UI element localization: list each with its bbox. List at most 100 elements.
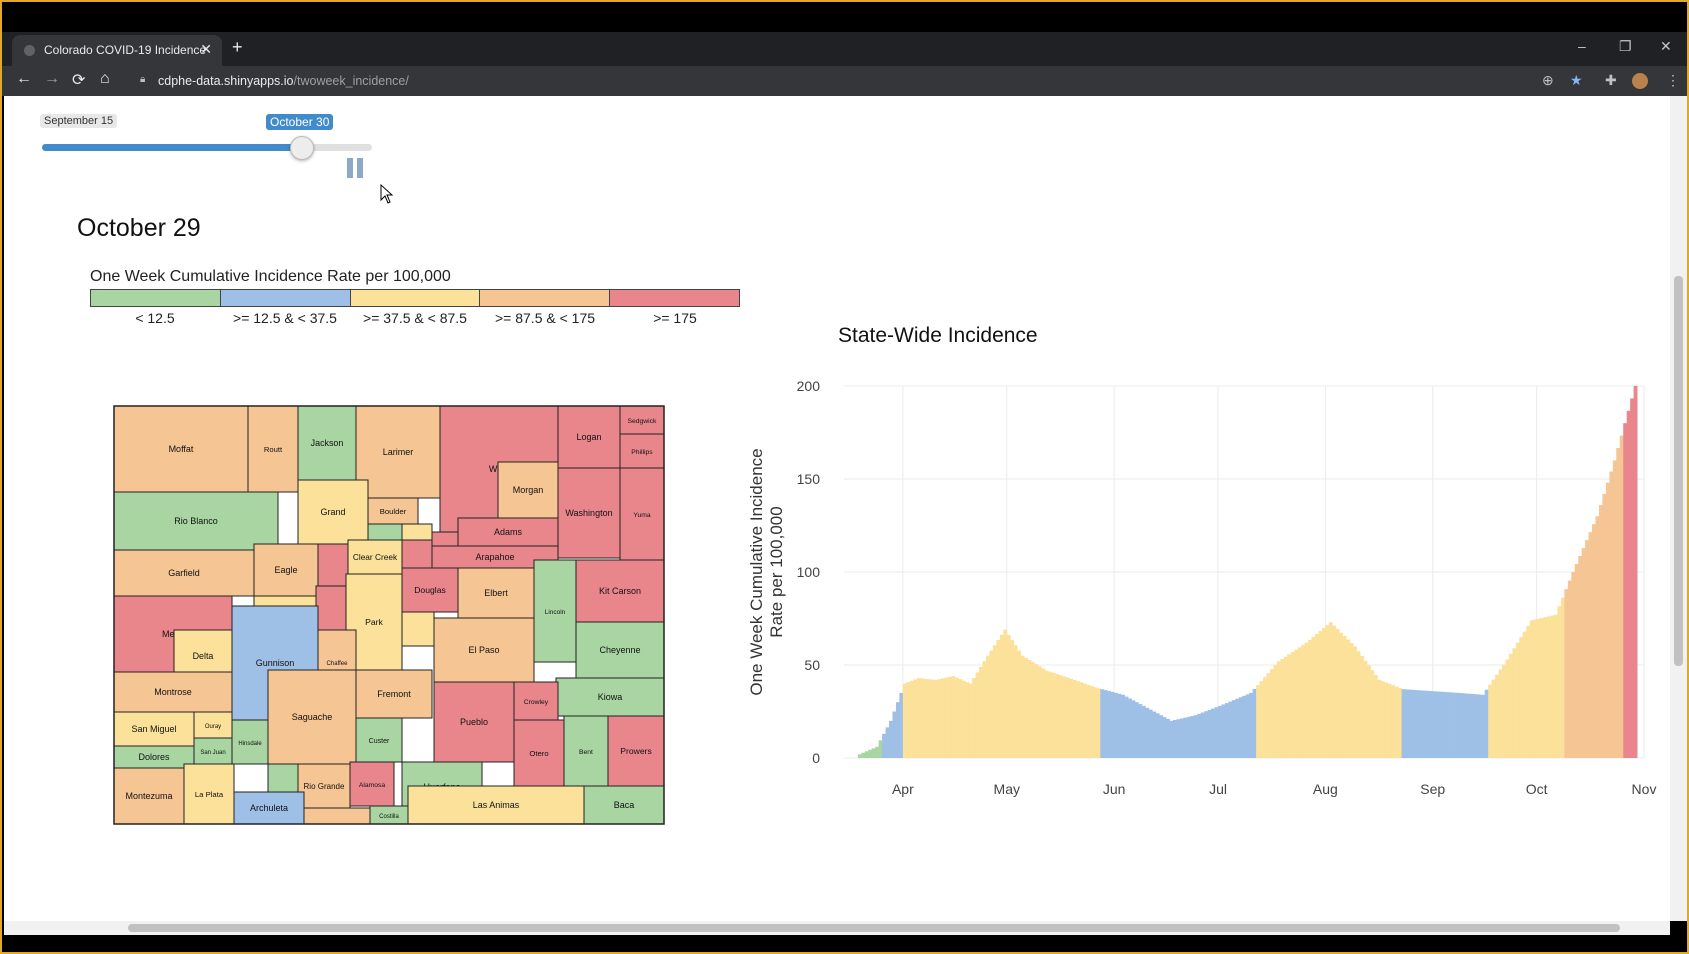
county-label: Adams <box>494 527 523 537</box>
incidence-bar <box>1245 694 1250 758</box>
incidence-bar <box>1003 629 1008 758</box>
incidence-bar <box>965 682 970 758</box>
incidence-bar <box>992 645 997 758</box>
incidence-bar <box>1588 532 1593 758</box>
county-label: Chaffee <box>327 661 349 667</box>
reload-icon[interactable]: ⟳ <box>72 70 85 90</box>
address-bar[interactable]: 🔒︎ cdphe-data.shinyapps.io/twoweek_incid… <box>130 69 1540 93</box>
incidence-bar <box>1138 704 1143 758</box>
county-label: Larimer <box>383 447 414 457</box>
incidence-bar <box>1408 689 1413 758</box>
incidence-bar <box>1605 482 1610 758</box>
legend-labels: < 12.5 >= 12.5 & < 37.5 >= 37.5 & < 87.5… <box>90 310 740 326</box>
incidence-bar <box>1619 435 1624 758</box>
colorado-county-map[interactable]: MoffatRouttJacksonLarimerWeldLoganSedgwi… <box>110 396 722 856</box>
county-summit[interactable] <box>317 543 349 587</box>
incidence-bar <box>1224 703 1229 758</box>
incidence-bar <box>1377 679 1382 758</box>
incidence-bar <box>1221 704 1226 758</box>
county-conejos[interactable] <box>303 807 371 825</box>
pause-button[interactable] <box>347 158 365 178</box>
county-teller[interactable] <box>401 611 435 647</box>
incidence-bar <box>1117 693 1122 758</box>
incidence-bar <box>1411 689 1416 758</box>
slider-handle[interactable] <box>290 136 314 160</box>
horizontal-scroll-thumb[interactable] <box>128 924 1620 932</box>
incidence-bar <box>1405 689 1409 758</box>
extensions-icon[interactable]: ✚ <box>1605 72 1617 89</box>
incidence-bar <box>1553 614 1558 758</box>
incidence-bar <box>1623 423 1628 758</box>
vertical-scrollbar[interactable] <box>1670 96 1687 921</box>
county-label: Bent <box>579 749 593 756</box>
incidence-bar <box>1432 691 1437 758</box>
incidence-bar <box>1550 615 1555 758</box>
legend-label: >= 12.5 & < 37.5 <box>233 310 337 326</box>
incidence-bar <box>1335 629 1340 758</box>
browser-tab[interactable]: Colorado COVID-19 Incidence ✕ <box>12 35 222 66</box>
incidence-bar <box>857 754 862 758</box>
close-window-button[interactable]: ✕ <box>1660 38 1672 55</box>
incidence-bar <box>1592 524 1596 758</box>
incidence-bar <box>1602 493 1607 758</box>
incidence-bar <box>1006 634 1011 758</box>
incidence-bar <box>930 679 935 758</box>
incidence-bar <box>1491 679 1496 758</box>
horizontal-scrollbar[interactable] <box>4 921 1670 935</box>
county-label: Hinsdale <box>238 741 262 747</box>
incidence-bar <box>1522 631 1527 758</box>
incidence-bar <box>1311 636 1316 758</box>
forward-icon[interactable]: → <box>44 70 60 88</box>
county-broomfield[interactable] <box>401 523 433 541</box>
incidence-bar <box>1079 682 1084 758</box>
incidence-bar <box>1342 636 1347 758</box>
incidence-bar <box>1502 664 1506 758</box>
incidence-bar <box>944 677 949 758</box>
chart-title: State-Wide Incidence <box>838 324 1038 347</box>
county-label: San Juan <box>200 750 225 756</box>
incidence-bar <box>920 678 925 758</box>
new-tab-button[interactable]: + <box>232 37 243 58</box>
zoom-icon[interactable]: ⊕ <box>1542 72 1554 89</box>
incidence-bar <box>1384 682 1389 758</box>
incidence-bar <box>1585 540 1589 758</box>
incidence-bar <box>1249 692 1254 758</box>
incidence-bar <box>1093 687 1098 758</box>
x-tick-label: Sep <box>1420 781 1445 797</box>
home-icon[interactable]: ⌂ <box>100 70 110 88</box>
incidence-bar <box>1470 693 1475 758</box>
county-label: San Miguel <box>131 724 176 734</box>
y-tick-label: 0 <box>812 750 820 766</box>
incidence-bar <box>1218 705 1222 758</box>
incidence-bar <box>1051 672 1056 758</box>
profile-avatar[interactable] <box>1632 73 1648 89</box>
incidence-bar <box>1200 712 1205 758</box>
county-mineral[interactable] <box>267 763 299 793</box>
incidence-bar <box>1301 645 1306 758</box>
menu-kebab-icon[interactable]: ⋮ <box>1666 72 1680 89</box>
incidence-bar <box>1100 689 1105 758</box>
incidence-bar <box>1304 642 1309 758</box>
incidence-bar <box>1273 665 1278 758</box>
incidence-bar <box>1134 702 1139 758</box>
tab-close-button[interactable]: ✕ <box>200 41 212 58</box>
back-icon[interactable]: ← <box>16 70 32 88</box>
incidence-bar <box>1193 715 1198 758</box>
minimize-button[interactable]: – <box>1578 38 1586 54</box>
incidence-bar <box>1436 691 1441 758</box>
county-gilpin[interactable] <box>367 523 403 541</box>
incidence-bar <box>871 748 876 758</box>
incidence-bar <box>913 679 918 758</box>
vertical-scroll-thumb[interactable] <box>1674 276 1683 666</box>
incidence-bar <box>1595 516 1600 758</box>
incidence-bar <box>1290 651 1295 758</box>
incidence-bar <box>1086 684 1091 758</box>
incidence-bar <box>1360 655 1364 758</box>
incidence-bar <box>1283 656 1288 758</box>
county-label: Montezuma <box>125 791 172 801</box>
county-lake[interactable] <box>315 585 347 631</box>
bookmark-star-icon[interactable]: ★ <box>1570 72 1583 89</box>
incidence-bar <box>975 672 980 758</box>
incidence-bar <box>937 679 942 758</box>
restore-button[interactable]: ❐ <box>1619 38 1632 55</box>
